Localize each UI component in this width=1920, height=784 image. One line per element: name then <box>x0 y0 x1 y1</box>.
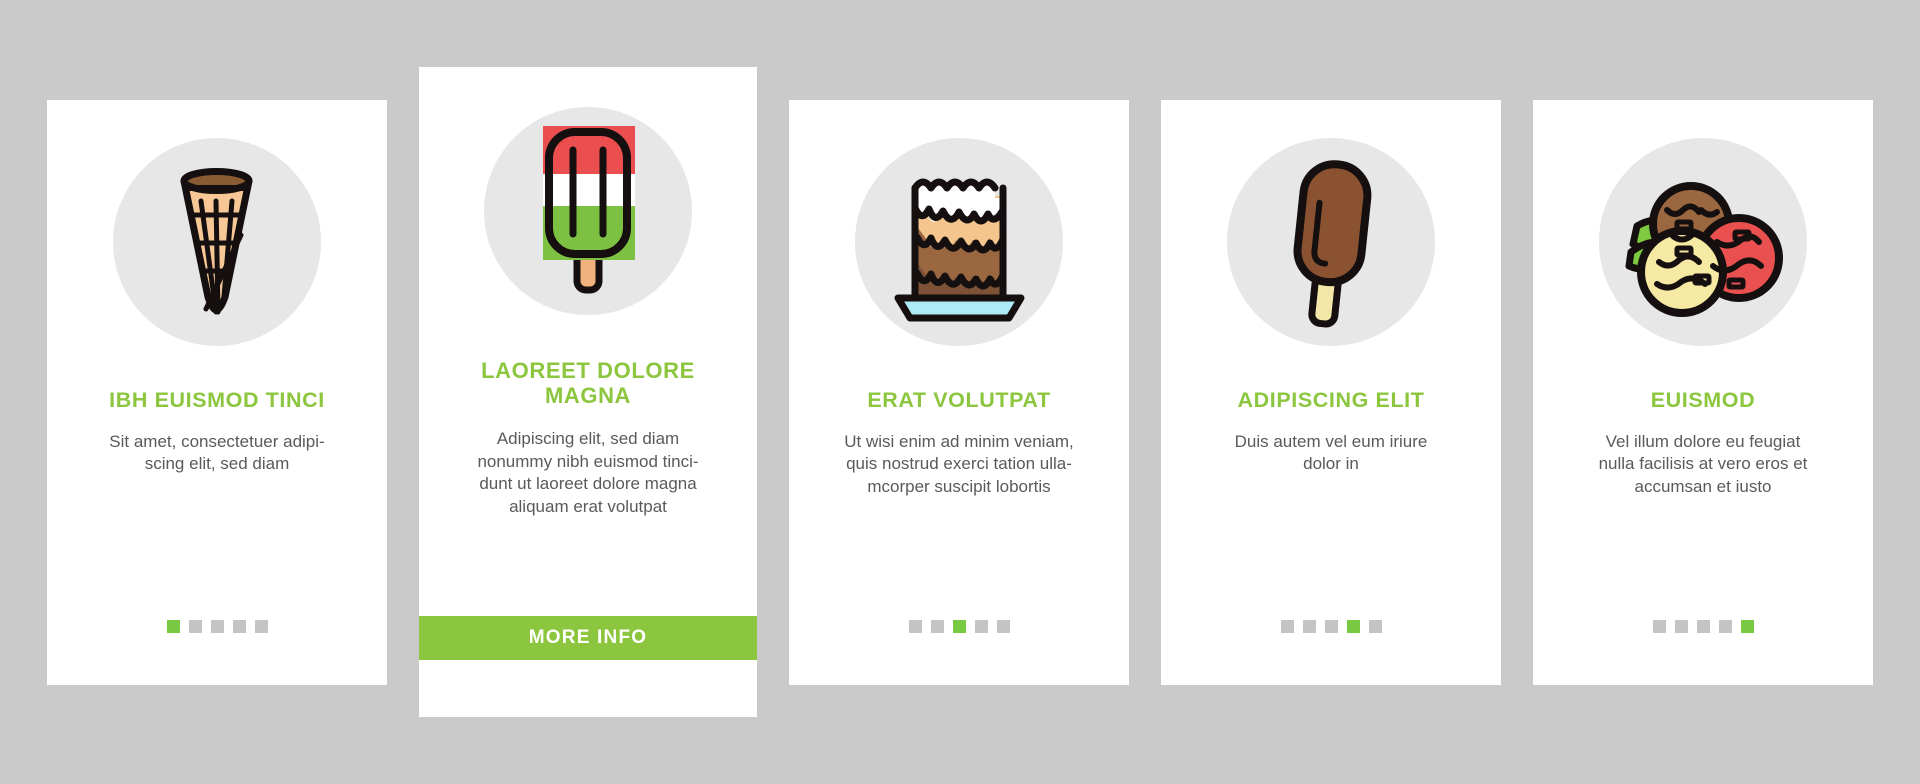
pagination-dot-active[interactable] <box>1740 619 1754 633</box>
pagination-dot[interactable] <box>1324 619 1338 633</box>
pagination-dot[interactable] <box>1652 619 1666 633</box>
illustration-circle <box>1599 137 1807 346</box>
onboarding-card[interactable]: ERAT VOLUTPAT Ut wisi enim ad minim venia… <box>789 99 1129 685</box>
illustration-circle <box>484 107 692 315</box>
pagination-dots <box>1161 619 1501 633</box>
onboarding-card[interactable]: LAOREET DOLORE MAGNA Adipiscing elit, sed… <box>419 67 757 717</box>
pagination-dot[interactable] <box>254 619 268 633</box>
card-description: Adipiscing elit, sed diam nonummy nibh e… <box>477 429 699 517</box>
chocolate-ice-cream-bar-icon <box>1260 152 1402 332</box>
card-title: IBH EUISMOD TINCI <box>109 387 325 412</box>
pagination-dot-active[interactable] <box>952 619 966 633</box>
card-text: ERAT VOLUTPAT Ut wisi enim ad minim venia… <box>789 346 1129 499</box>
card-text: ADIPISCING ELIT Duis autem vel eum iriure… <box>1161 346 1501 476</box>
layer-cake-icon <box>888 158 1031 326</box>
onboarding-card[interactable]: EUISMOD Vel illum dolore eu feugiat nulla… <box>1533 99 1873 685</box>
card-illustration <box>1161 100 1501 346</box>
card-description: Duis autem vel eum iriure dolor in <box>1234 431 1428 474</box>
pagination-dot[interactable] <box>996 619 1010 633</box>
pagination-dots <box>789 619 1129 633</box>
ice-cream-scoops-icon <box>1619 166 1787 318</box>
pagination-dot[interactable] <box>1368 619 1382 633</box>
card-text: IBH EUISMOD TINCI Sit amet, consectetuer … <box>47 346 387 476</box>
pagination-dots <box>1533 619 1873 633</box>
pagination-dot-active[interactable] <box>1346 619 1360 633</box>
card-text: EUISMOD Vel illum dolore eu feugiat nulla… <box>1533 346 1873 499</box>
pagination-dots <box>47 619 387 633</box>
pagination-dot[interactable] <box>1718 619 1732 633</box>
pagination-dot[interactable] <box>1302 619 1316 633</box>
pagination-dot[interactable] <box>1280 619 1294 633</box>
card-title: ADIPISCING ELIT <box>1237 387 1425 412</box>
pagination-dot[interactable] <box>188 619 202 633</box>
pagination-dot[interactable] <box>1696 619 1710 633</box>
tricolor-popsicle-icon <box>519 122 657 300</box>
onboarding-card[interactable]: IBH EUISMOD TINCI Sit amet, consectetuer … <box>47 99 387 685</box>
card-illustration <box>1533 100 1873 346</box>
card-description: Sit amet, consectetuer adipi- scing elit… <box>109 431 325 474</box>
pagination-dot[interactable] <box>232 619 246 633</box>
illustration-circle <box>855 137 1063 346</box>
card-description: Vel illum dolore eu feugiat nulla facili… <box>1598 431 1808 496</box>
pagination-dot[interactable] <box>974 619 988 633</box>
illustration-circle <box>113 137 321 346</box>
card-illustration <box>419 67 757 315</box>
pagination-dot[interactable] <box>930 619 944 633</box>
card-illustration <box>47 100 387 346</box>
card-title: ERAT VOLUTPAT <box>867 387 1051 412</box>
pagination-dot[interactable] <box>908 619 922 633</box>
pagination-dot-active[interactable] <box>166 619 180 633</box>
ice-cream-waffle-cone-icon <box>146 157 288 327</box>
card-text: LAOREET DOLORE MAGNA Adipiscing elit, sed… <box>419 315 757 519</box>
onboarding-card-row: IBH EUISMOD TINCI Sit amet, consectetuer … <box>0 0 1920 784</box>
card-title: EUISMOD <box>1650 387 1756 412</box>
card-description: Ut wisi enim ad minim veniam, quis nostr… <box>844 431 1074 496</box>
card-title: LAOREET DOLORE MAGNA <box>481 358 695 408</box>
illustration-circle <box>1227 137 1435 346</box>
onboarding-card[interactable]: ADIPISCING ELIT Duis autem vel eum iriure… <box>1161 99 1501 685</box>
pagination-dot[interactable] <box>1674 619 1688 633</box>
card-illustration <box>789 100 1129 346</box>
more-info-button[interactable]: MORE INFO <box>419 616 757 660</box>
pagination-dot[interactable] <box>210 619 224 633</box>
